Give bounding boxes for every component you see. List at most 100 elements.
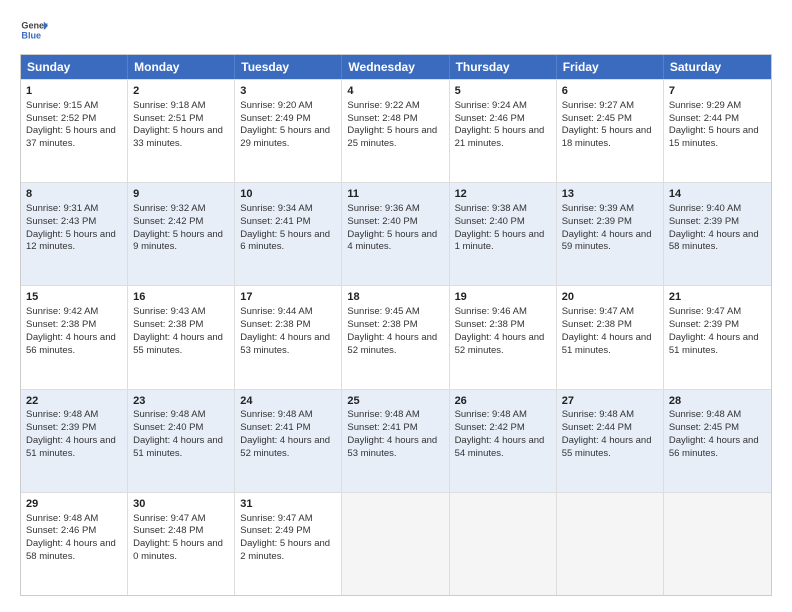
day-number: 3 [240, 84, 336, 99]
day-number: 5 [455, 84, 551, 99]
day-info: Sunrise: 9:47 AMSunset: 2:38 PMDaylight:… [562, 306, 652, 355]
day-cell-7: 7Sunrise: 9:29 AMSunset: 2:44 PMDaylight… [664, 80, 771, 182]
day-number: 1 [26, 84, 122, 99]
day-cell-11: 11Sunrise: 9:36 AMSunset: 2:40 PMDayligh… [342, 183, 449, 285]
day-cell-18: 18Sunrise: 9:45 AMSunset: 2:38 PMDayligh… [342, 286, 449, 388]
day-number: 9 [133, 187, 229, 202]
logo: General Blue [20, 16, 48, 44]
day-info: Sunrise: 9:47 AMSunset: 2:48 PMDaylight:… [133, 513, 223, 562]
day-info: Sunrise: 9:34 AMSunset: 2:41 PMDaylight:… [240, 203, 330, 252]
day-number: 7 [669, 84, 766, 99]
page: General Blue SundayMondayTuesdayWednesda… [0, 0, 792, 612]
day-cell-3: 3Sunrise: 9:20 AMSunset: 2:49 PMDaylight… [235, 80, 342, 182]
day-info: Sunrise: 9:45 AMSunset: 2:38 PMDaylight:… [347, 306, 437, 355]
day-cell-4: 4Sunrise: 9:22 AMSunset: 2:48 PMDaylight… [342, 80, 449, 182]
day-cell-20: 20Sunrise: 9:47 AMSunset: 2:38 PMDayligh… [557, 286, 664, 388]
day-cell-17: 17Sunrise: 9:44 AMSunset: 2:38 PMDayligh… [235, 286, 342, 388]
day-info: Sunrise: 9:29 AMSunset: 2:44 PMDaylight:… [669, 100, 759, 149]
day-cell-27: 27Sunrise: 9:48 AMSunset: 2:44 PMDayligh… [557, 390, 664, 492]
day-cell-29: 29Sunrise: 9:48 AMSunset: 2:46 PMDayligh… [21, 493, 128, 595]
empty-cell [664, 493, 771, 595]
day-number: 22 [26, 394, 122, 409]
day-cell-5: 5Sunrise: 9:24 AMSunset: 2:46 PMDaylight… [450, 80, 557, 182]
day-info: Sunrise: 9:39 AMSunset: 2:39 PMDaylight:… [562, 203, 652, 252]
day-info: Sunrise: 9:48 AMSunset: 2:45 PMDaylight:… [669, 409, 759, 458]
day-number: 18 [347, 290, 443, 305]
day-cell-30: 30Sunrise: 9:47 AMSunset: 2:48 PMDayligh… [128, 493, 235, 595]
day-info: Sunrise: 9:20 AMSunset: 2:49 PMDaylight:… [240, 100, 330, 149]
day-info: Sunrise: 9:48 AMSunset: 2:46 PMDaylight:… [26, 513, 116, 562]
empty-cell [557, 493, 664, 595]
day-number: 26 [455, 394, 551, 409]
day-cell-16: 16Sunrise: 9:43 AMSunset: 2:38 PMDayligh… [128, 286, 235, 388]
day-cell-26: 26Sunrise: 9:48 AMSunset: 2:42 PMDayligh… [450, 390, 557, 492]
day-header-saturday: Saturday [664, 55, 771, 79]
day-number: 20 [562, 290, 658, 305]
day-header-monday: Monday [128, 55, 235, 79]
day-info: Sunrise: 9:31 AMSunset: 2:43 PMDaylight:… [26, 203, 116, 252]
day-number: 8 [26, 187, 122, 202]
day-number: 28 [669, 394, 766, 409]
day-number: 25 [347, 394, 443, 409]
day-number: 6 [562, 84, 658, 99]
day-cell-22: 22Sunrise: 9:48 AMSunset: 2:39 PMDayligh… [21, 390, 128, 492]
day-cell-19: 19Sunrise: 9:46 AMSunset: 2:38 PMDayligh… [450, 286, 557, 388]
day-info: Sunrise: 9:43 AMSunset: 2:38 PMDaylight:… [133, 306, 223, 355]
day-number: 4 [347, 84, 443, 99]
calendar-body: 1Sunrise: 9:15 AMSunset: 2:52 PMDaylight… [21, 79, 771, 595]
day-cell-23: 23Sunrise: 9:48 AMSunset: 2:40 PMDayligh… [128, 390, 235, 492]
svg-text:Blue: Blue [21, 30, 41, 40]
day-number: 29 [26, 497, 122, 512]
day-info: Sunrise: 9:38 AMSunset: 2:40 PMDaylight:… [455, 203, 545, 252]
day-number: 17 [240, 290, 336, 305]
day-cell-10: 10Sunrise: 9:34 AMSunset: 2:41 PMDayligh… [235, 183, 342, 285]
empty-cell [450, 493, 557, 595]
day-number: 16 [133, 290, 229, 305]
day-number: 13 [562, 187, 658, 202]
calendar-row-1: 1Sunrise: 9:15 AMSunset: 2:52 PMDaylight… [21, 79, 771, 182]
day-cell-8: 8Sunrise: 9:31 AMSunset: 2:43 PMDaylight… [21, 183, 128, 285]
day-info: Sunrise: 9:18 AMSunset: 2:51 PMDaylight:… [133, 100, 223, 149]
day-number: 2 [133, 84, 229, 99]
day-number: 23 [133, 394, 229, 409]
calendar: SundayMondayTuesdayWednesdayThursdayFrid… [20, 54, 772, 596]
calendar-row-3: 15Sunrise: 9:42 AMSunset: 2:38 PMDayligh… [21, 285, 771, 388]
day-info: Sunrise: 9:48 AMSunset: 2:41 PMDaylight:… [240, 409, 330, 458]
day-cell-13: 13Sunrise: 9:39 AMSunset: 2:39 PMDayligh… [557, 183, 664, 285]
day-info: Sunrise: 9:48 AMSunset: 2:41 PMDaylight:… [347, 409, 437, 458]
day-header-thursday: Thursday [450, 55, 557, 79]
day-number: 11 [347, 187, 443, 202]
day-cell-21: 21Sunrise: 9:47 AMSunset: 2:39 PMDayligh… [664, 286, 771, 388]
day-cell-25: 25Sunrise: 9:48 AMSunset: 2:41 PMDayligh… [342, 390, 449, 492]
day-info: Sunrise: 9:27 AMSunset: 2:45 PMDaylight:… [562, 100, 652, 149]
day-info: Sunrise: 9:47 AMSunset: 2:39 PMDaylight:… [669, 306, 759, 355]
day-info: Sunrise: 9:46 AMSunset: 2:38 PMDaylight:… [455, 306, 545, 355]
day-cell-12: 12Sunrise: 9:38 AMSunset: 2:40 PMDayligh… [450, 183, 557, 285]
day-cell-6: 6Sunrise: 9:27 AMSunset: 2:45 PMDaylight… [557, 80, 664, 182]
calendar-row-5: 29Sunrise: 9:48 AMSunset: 2:46 PMDayligh… [21, 492, 771, 595]
day-info: Sunrise: 9:36 AMSunset: 2:40 PMDaylight:… [347, 203, 437, 252]
day-info: Sunrise: 9:24 AMSunset: 2:46 PMDaylight:… [455, 100, 545, 149]
day-cell-14: 14Sunrise: 9:40 AMSunset: 2:39 PMDayligh… [664, 183, 771, 285]
day-number: 12 [455, 187, 551, 202]
day-cell-24: 24Sunrise: 9:48 AMSunset: 2:41 PMDayligh… [235, 390, 342, 492]
day-number: 21 [669, 290, 766, 305]
day-cell-28: 28Sunrise: 9:48 AMSunset: 2:45 PMDayligh… [664, 390, 771, 492]
day-number: 27 [562, 394, 658, 409]
day-info: Sunrise: 9:42 AMSunset: 2:38 PMDaylight:… [26, 306, 116, 355]
day-cell-15: 15Sunrise: 9:42 AMSunset: 2:38 PMDayligh… [21, 286, 128, 388]
day-cell-2: 2Sunrise: 9:18 AMSunset: 2:51 PMDaylight… [128, 80, 235, 182]
calendar-row-4: 22Sunrise: 9:48 AMSunset: 2:39 PMDayligh… [21, 389, 771, 492]
day-number: 10 [240, 187, 336, 202]
day-header-friday: Friday [557, 55, 664, 79]
calendar-header: SundayMondayTuesdayWednesdayThursdayFrid… [21, 55, 771, 79]
day-header-sunday: Sunday [21, 55, 128, 79]
day-info: Sunrise: 9:48 AMSunset: 2:42 PMDaylight:… [455, 409, 545, 458]
day-info: Sunrise: 9:47 AMSunset: 2:49 PMDaylight:… [240, 513, 330, 562]
day-number: 19 [455, 290, 551, 305]
day-info: Sunrise: 9:15 AMSunset: 2:52 PMDaylight:… [26, 100, 116, 149]
day-info: Sunrise: 9:48 AMSunset: 2:40 PMDaylight:… [133, 409, 223, 458]
day-info: Sunrise: 9:22 AMSunset: 2:48 PMDaylight:… [347, 100, 437, 149]
day-number: 14 [669, 187, 766, 202]
day-cell-9: 9Sunrise: 9:32 AMSunset: 2:42 PMDaylight… [128, 183, 235, 285]
